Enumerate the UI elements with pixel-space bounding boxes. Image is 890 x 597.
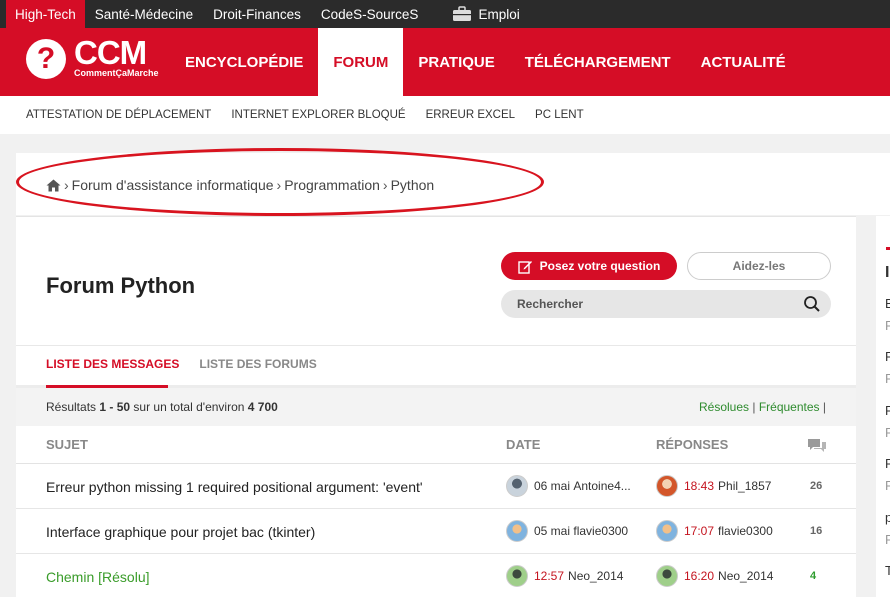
filter-separator-end: |: [822, 400, 826, 414]
filter-frequent[interactable]: Fréquentes: [759, 400, 820, 414]
avatar[interactable]: [656, 565, 678, 587]
logo-tagline: CommentÇaMarche: [74, 68, 159, 78]
last-reply: 16:20 Neo_2014: [656, 565, 773, 587]
trending-link-pc-lent[interactable]: PC LENT: [535, 109, 584, 121]
last-reply: 18:43 Phil_1857: [656, 475, 771, 497]
filter-resolved[interactable]: Résolues: [699, 400, 749, 414]
divider: [16, 345, 856, 346]
nav-encyclopedie[interactable]: ENCYCLOPÉDIE: [170, 28, 318, 96]
top-bar: High-Tech Santé-Médecine Droit-Finances …: [0, 0, 890, 28]
author-name[interactable]: flavie0300: [573, 524, 628, 538]
trending-link-internet-explorer[interactable]: INTERNET EXPLORER BLOQUÉ: [231, 109, 405, 121]
help-others-button[interactable]: Aidez-les: [687, 252, 831, 280]
sidebar-item-meta: F: [885, 371, 890, 386]
ccm-logo[interactable]: ? CCM CommentÇaMarche: [26, 34, 159, 79]
topbar-item-high-tech[interactable]: High-Tech: [6, 0, 85, 28]
trending-links: ATTESTATION DE DÉPLACEMENT INTERNET EXPL…: [0, 96, 890, 134]
column-replies: RÉPONSES: [656, 437, 729, 452]
table-row[interactable]: Interface graphique pour projet bac (tki…: [16, 509, 856, 554]
reply-author[interactable]: Neo_2014: [718, 569, 773, 583]
sidebar-item[interactable]: R: [885, 456, 890, 471]
nav-telechargement[interactable]: TÉLÉCHARGEMENT: [510, 28, 686, 96]
results-middle: sur un total d'environ: [133, 400, 245, 414]
thread-date: 06 mai Antoine4...: [506, 475, 631, 497]
thread-subject[interactable]: Interface graphique pour projet bac (tki…: [46, 524, 315, 540]
thread-subject[interactable]: Erreur python missing 1 required positio…: [46, 479, 423, 495]
sidebar-heading: I: [885, 264, 890, 281]
logo-name: CCM: [74, 34, 147, 71]
page-title: Forum Python: [46, 273, 196, 298]
date-value: 12:57: [534, 569, 565, 583]
search-placeholder: Rechercher: [517, 297, 584, 311]
date-value: 05 mai: [534, 524, 571, 538]
edit-icon: [517, 260, 532, 274]
reply-count: 26: [810, 480, 823, 492]
sidebar-item-meta: F: [885, 532, 890, 547]
topbar-item-droit[interactable]: Droit-Finances: [203, 0, 311, 28]
table-header: SUJET DATE RÉPONSES: [16, 426, 856, 464]
column-subject: SUJET: [46, 437, 88, 452]
nav-pratique[interactable]: PRATIQUE: [403, 28, 509, 96]
forum-panel: Forum Python Posez votre question Aidez-…: [16, 216, 856, 597]
avatar[interactable]: [506, 475, 528, 497]
nav-actualite[interactable]: ACTUALITÉ: [686, 28, 801, 96]
column-date: DATE: [506, 437, 541, 452]
ask-question-button[interactable]: Posez votre question: [501, 252, 677, 280]
author-name[interactable]: Antoine4...: [573, 479, 630, 493]
tab-liste-messages[interactable]: LISTE DES MESSAGES: [46, 357, 179, 386]
reply-author[interactable]: Phil_1857: [718, 479, 771, 493]
comments-icon: [808, 439, 826, 452]
search-icon[interactable]: [803, 295, 821, 313]
avatar[interactable]: [656, 475, 678, 497]
sidebar-item[interactable]: R: [885, 403, 890, 418]
thread-subject[interactable]: Chemin [Résolu]: [46, 569, 150, 585]
main-nav: ENCYCLOPÉDIE FORUM PRATIQUE TÉLÉCHARGEME…: [170, 28, 801, 96]
emploi-label: Emploi: [478, 6, 520, 22]
sidebar-item-meta: F: [885, 425, 890, 440]
site-header: ? CCM CommentÇaMarche ENCYCLOPÉDIE FORUM…: [0, 28, 890, 96]
reply-time: 16:20: [684, 569, 715, 583]
filter-separator: |: [752, 400, 756, 414]
reply-count: 16: [810, 525, 823, 537]
topbar-item-codes[interactable]: CodeS-SourceS: [311, 0, 429, 28]
sidebar-accent: [886, 247, 890, 250]
nav-forum[interactable]: FORUM: [318, 28, 404, 96]
sidebar-item[interactable]: B: [885, 296, 890, 311]
table-row[interactable]: Chemin [Résolu] 12:57 Neo_2014 16:20 Neo_2…: [16, 554, 856, 597]
tab-liste-forums[interactable]: LISTE DES FORUMS: [199, 357, 316, 386]
sidebar-item[interactable]: p: [885, 510, 890, 525]
trending-link-attestation[interactable]: ATTESTATION DE DÉPLACEMENT: [26, 109, 211, 121]
trending-link-erreur-excel[interactable]: ERREUR EXCEL: [426, 109, 515, 121]
ask-question-label: Posez votre question: [539, 259, 661, 273]
reply-time: 17:07: [684, 524, 715, 538]
reply-author[interactable]: flavie0300: [718, 524, 773, 538]
author-name[interactable]: Neo_2014: [568, 569, 623, 583]
date-value: 06 mai: [534, 479, 571, 493]
table-row[interactable]: Erreur python missing 1 required positio…: [16, 464, 856, 509]
thread-date: 12:57 Neo_2014: [506, 565, 623, 587]
annotation-ellipse: [16, 148, 544, 216]
results-prefix: Résultats: [46, 400, 97, 414]
forum-tabs: LISTE DES MESSAGES LISTE DES FORUMS: [46, 357, 337, 386]
briefcase-icon: [453, 6, 472, 21]
logo-mark-icon: ?: [26, 38, 66, 79]
sidebar-item-meta: F: [885, 478, 890, 493]
last-reply: 17:07 flavie0300: [656, 520, 773, 542]
avatar[interactable]: [656, 520, 678, 542]
reply-time: 18:43: [684, 479, 715, 493]
sidebar-item[interactable]: R: [885, 349, 890, 364]
sidebar-item[interactable]: T: [885, 563, 890, 578]
topbar-item-emploi[interactable]: Emploi: [442, 0, 529, 28]
sidebar-item-meta: F: [885, 318, 890, 333]
thread-date: 05 mai flavie0300: [506, 520, 628, 542]
topbar-item-sante[interactable]: Santé-Médecine: [85, 0, 203, 28]
results-filters: Résolues | Fréquentes |: [699, 400, 826, 414]
avatar[interactable]: [506, 565, 528, 587]
search-input[interactable]: Rechercher: [501, 290, 831, 318]
results-range: 1 - 50: [99, 400, 131, 414]
reply-count: 4: [810, 570, 817, 582]
avatar[interactable]: [506, 520, 528, 542]
results-total: 4 700: [247, 400, 278, 414]
